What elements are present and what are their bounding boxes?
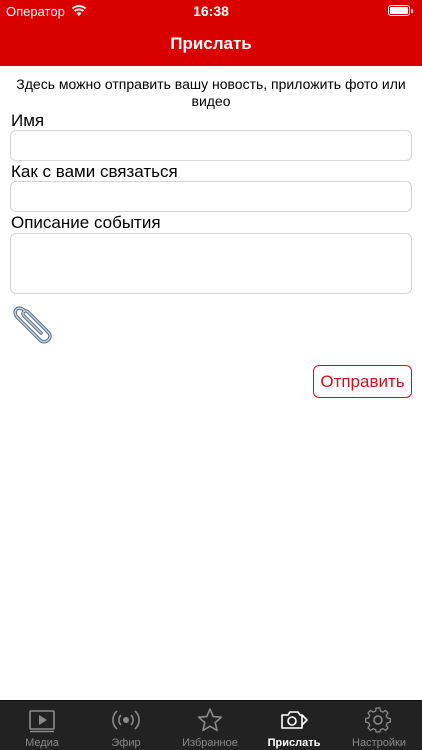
tab-send-label: Прислать	[267, 737, 321, 749]
name-field[interactable]	[10, 130, 412, 161]
send-button[interactable]: Отправить	[313, 365, 412, 398]
description-label: Описание события	[11, 213, 161, 232]
battery-icon	[388, 5, 413, 16]
contact-label: Как с вами связаться	[11, 162, 178, 181]
star-icon	[197, 708, 223, 732]
paperclip-icon[interactable]	[10, 302, 58, 346]
gear-icon	[365, 707, 391, 733]
tab-favorites[interactable]: Избранное	[168, 701, 252, 750]
tab-send[interactable]: Прислать	[252, 701, 336, 750]
broadcast-icon	[112, 710, 140, 730]
camera-send-icon	[281, 711, 308, 729]
clock: 16:38	[193, 3, 229, 19]
tab-broadcast-label: Эфир	[111, 737, 141, 749]
name-label: Имя	[11, 111, 45, 130]
tab-media[interactable]: Медиа	[0, 701, 84, 750]
form-intro: Здесь можно отправить вашу новость, прил…	[16, 76, 406, 109]
status-bar: Оператор 16:38	[0, 0, 422, 22]
tab-settings-label: Настройки	[352, 737, 406, 749]
tab-broadcast[interactable]: Эфир	[84, 701, 168, 750]
tab-media-label: Медиа	[25, 737, 59, 749]
media-icon	[29, 710, 55, 733]
tab-bar: Медиа Эфир Избранное Прислать Настройки	[0, 700, 422, 750]
page-title: Прислать	[170, 34, 252, 53]
tab-favorites-label: Избранное	[182, 737, 238, 749]
tab-settings[interactable]: Настройки	[336, 701, 422, 750]
top-bar: Оператор 16:38 Прислать	[0, 0, 422, 66]
contact-field[interactable]	[10, 181, 412, 212]
description-field[interactable]	[10, 233, 412, 294]
